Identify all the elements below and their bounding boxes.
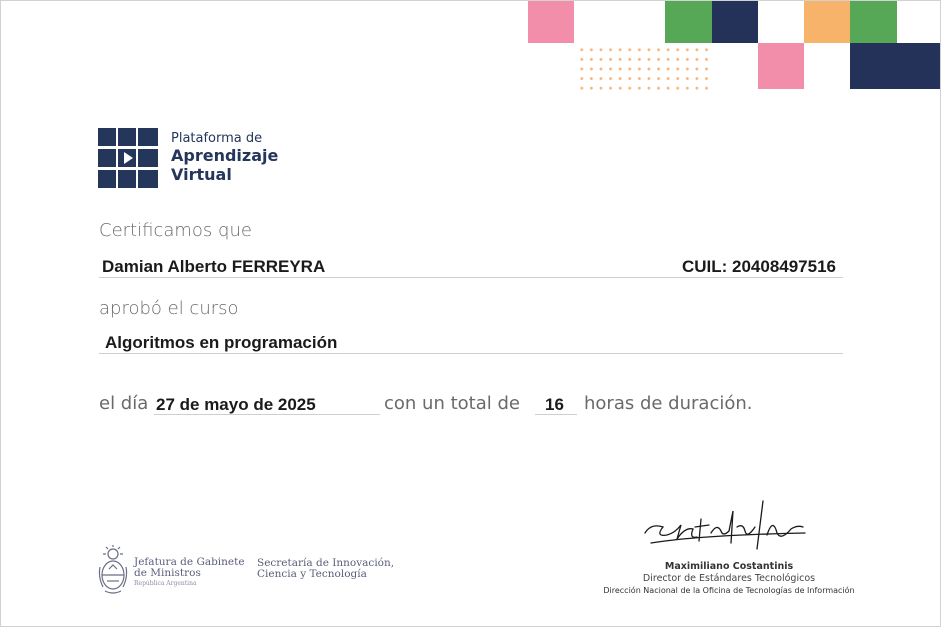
decor-square-navy (712, 1, 758, 43)
decor-square-green (665, 1, 712, 43)
signer-org: Dirección Nacional de la Oficina de Tecn… (603, 586, 855, 595)
brand-logo-text: Plataforma de Aprendizaje Virtual (171, 131, 278, 184)
approved-text: aprobó el curso (99, 298, 239, 319)
org-secretaria: Secretaría de Innovación, Ciencia y Tecn… (257, 558, 394, 580)
hours-underline (535, 414, 577, 415)
handwritten-signature (644, 500, 806, 550)
decor-square-orange (804, 1, 850, 43)
video-play-grid-icon (98, 128, 158, 188)
completion-sentence: el día 27 de mayo de 2025 con un total d… (99, 393, 819, 423)
org-secretaria-line2: Ciencia y Tecnología (257, 568, 367, 580)
certify-intro: Certificamos que (99, 220, 252, 241)
decor-square-pink (528, 1, 574, 43)
org-jefatura: Jefatura de Gabinete de Ministros Repúbl… (134, 557, 245, 588)
decor-square-pink-2 (758, 43, 804, 89)
decor-dot-grid (577, 45, 713, 91)
signer-name: Maximiliano Costantinis (664, 561, 794, 572)
on-day-text: el día (99, 393, 149, 414)
brand-line-1: Plataforma de (171, 131, 263, 146)
brand-line-2: Aprendizaje (171, 146, 279, 165)
recipient-name: Damian Alberto FERREYRA (102, 257, 326, 276)
with-total-text: con un total de (384, 393, 520, 414)
hours-count: 16 (545, 395, 564, 414)
date-underline (154, 414, 380, 415)
name-rule (99, 277, 843, 278)
argentina-coat-of-arms-icon (98, 545, 128, 594)
course-name: Algoritmos en programación (105, 333, 338, 352)
org-jefatura-line2: de Ministros (134, 567, 201, 579)
decor-square-green-2 (850, 1, 897, 43)
certificate-page: Plataforma de Aprendizaje Virtual Certif… (0, 0, 941, 627)
hours-suffix-text: horas de duración. (584, 393, 753, 414)
org-jefatura-sub: República Argentina (134, 580, 197, 587)
decor-square-navy-2 (850, 43, 940, 89)
brand-line-3: Virtual (171, 165, 232, 184)
course-rule (99, 353, 843, 354)
signature-block: Maximiliano Costantinis Director de Está… (581, 561, 877, 596)
completion-date: 27 de mayo de 2025 (156, 395, 316, 414)
recipient-cuil: CUIL: 20408497516 (681, 257, 836, 276)
signer-role: Director de Estándares Tecnológicos (642, 573, 816, 584)
